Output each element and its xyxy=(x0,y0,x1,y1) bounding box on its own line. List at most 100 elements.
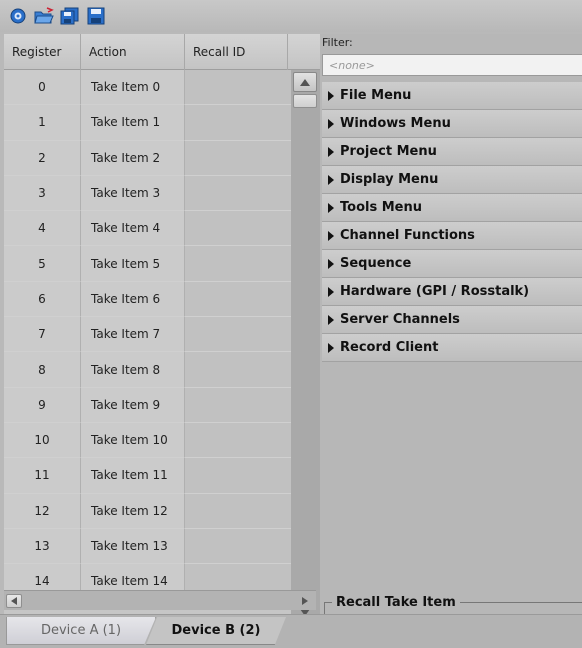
menu-category-label: Hardware (GPI / Rosstalk) xyxy=(340,284,530,299)
filter-label: Filter: xyxy=(322,36,353,49)
cell-register[interactable]: 10 xyxy=(4,422,81,459)
cell-action[interactable]: Take Item 9 xyxy=(81,387,185,423)
cell-register[interactable]: 6 xyxy=(4,281,81,318)
register-grid: Register Action Recall ID 0 Take Item 01T… xyxy=(4,34,320,624)
column-header-register[interactable]: Register xyxy=(4,34,81,70)
cell-register[interactable]: 12 xyxy=(4,493,81,529)
table-row[interactable]: 13 Take Item 13 xyxy=(4,528,291,565)
cell-recall-id[interactable] xyxy=(185,352,291,388)
cell-register[interactable]: 2 xyxy=(4,140,81,176)
horizontal-scrollbar[interactable] xyxy=(4,590,316,610)
cell-action[interactable]: Take Item 12 xyxy=(81,493,185,529)
open-folder-icon[interactable] xyxy=(34,6,54,26)
menu-category-label: Windows Menu xyxy=(340,116,451,131)
column-header-action[interactable]: Action xyxy=(81,34,185,70)
menu-category-label: Server Channels xyxy=(340,312,460,327)
cell-register[interactable]: 5 xyxy=(4,246,81,282)
group-border-right xyxy=(459,601,582,603)
cell-recall-id[interactable] xyxy=(185,528,291,565)
cell-register[interactable]: 13 xyxy=(4,528,81,565)
menu-category-label: Record Client xyxy=(340,340,439,355)
expand-arrow-icon xyxy=(328,314,334,325)
cell-action[interactable]: Take Item 0 xyxy=(81,70,185,106)
toolbar xyxy=(0,0,582,32)
expand-arrow-icon xyxy=(328,90,334,101)
cell-action[interactable]: Take Item 10 xyxy=(81,422,185,459)
recall-take-item-group: Recall Take Item xyxy=(320,590,582,614)
expand-arrow-icon xyxy=(328,258,334,269)
cell-register[interactable]: 11 xyxy=(4,458,81,494)
table-row[interactable]: 4 Take Item 4 xyxy=(4,211,291,247)
scroll-right-icon[interactable] xyxy=(298,595,312,607)
grid-header: Register Action Recall ID xyxy=(4,34,320,70)
menu-category-item[interactable]: Display Menu xyxy=(322,166,582,194)
cell-action[interactable]: Take Item 2 xyxy=(81,140,185,176)
scroll-left-icon[interactable] xyxy=(6,594,22,608)
cell-recall-id[interactable] xyxy=(185,140,291,176)
table-row[interactable]: 7 Take Item 7 xyxy=(4,317,291,353)
settings-gear-icon[interactable] xyxy=(8,6,28,26)
table-row[interactable]: 2 Take Item 2 xyxy=(4,140,291,176)
save-copy-icon[interactable] xyxy=(60,6,80,26)
vertical-scroll-thumb[interactable] xyxy=(293,94,317,108)
cell-recall-id[interactable] xyxy=(185,317,291,353)
cell-action[interactable]: Take Item 13 xyxy=(81,528,185,565)
column-header-recall-id[interactable]: Recall ID xyxy=(185,34,288,70)
cell-register[interactable]: 3 xyxy=(4,175,81,212)
cell-action[interactable]: Take Item 5 xyxy=(81,246,185,282)
cell-register[interactable]: 1 xyxy=(4,105,81,141)
cell-register[interactable]: 9 xyxy=(4,387,81,423)
cell-register[interactable]: 0 xyxy=(4,70,81,106)
menu-category-item[interactable]: Project Menu xyxy=(322,138,582,166)
menu-category-item[interactable]: Server Channels xyxy=(322,306,582,334)
menu-category-item[interactable]: Tools Menu xyxy=(322,194,582,222)
group-border-left xyxy=(324,601,332,603)
menu-category-item[interactable]: File Menu xyxy=(322,82,582,110)
tab-device-a[interactable]: Device A (1) xyxy=(6,617,156,645)
table-row[interactable]: 5 Take Item 5 xyxy=(4,246,291,282)
cell-action[interactable]: Take Item 11 xyxy=(81,458,185,494)
table-row[interactable]: 6 Take Item 6 xyxy=(4,281,291,318)
cell-recall-id[interactable] xyxy=(185,387,291,423)
table-row[interactable]: 8 Take Item 8 xyxy=(4,352,291,388)
menu-category-item[interactable]: Record Client xyxy=(322,334,582,362)
menu-category-label: Tools Menu xyxy=(340,200,422,215)
cell-recall-id[interactable] xyxy=(185,281,291,318)
tab-device-b[interactable]: Device B (2) xyxy=(146,617,286,645)
menu-category-label: File Menu xyxy=(340,88,412,103)
cell-recall-id[interactable] xyxy=(185,246,291,282)
action-category-list: File Menu Windows Menu Project Menu Display… xyxy=(322,82,582,362)
table-row[interactable]: 9 Take Item 9 xyxy=(4,387,291,423)
save-icon[interactable] xyxy=(86,6,106,26)
cell-recall-id[interactable] xyxy=(185,458,291,494)
cell-action[interactable]: Take Item 4 xyxy=(81,211,185,247)
cell-action[interactable]: Take Item 8 xyxy=(81,352,185,388)
expand-arrow-icon xyxy=(328,174,334,185)
cell-action[interactable]: Take Item 1 xyxy=(81,105,185,141)
table-row[interactable]: 12 Take Item 12 xyxy=(4,493,291,529)
table-row[interactable]: 0 Take Item 0 xyxy=(4,70,291,106)
table-row[interactable]: 10 Take Item 10 xyxy=(4,422,291,459)
cell-recall-id[interactable] xyxy=(185,422,291,459)
cell-recall-id[interactable] xyxy=(185,105,291,141)
cell-recall-id[interactable] xyxy=(185,175,291,212)
menu-category-item[interactable]: Hardware (GPI / Rosstalk) xyxy=(322,278,582,306)
cell-register[interactable]: 4 xyxy=(4,211,81,247)
filter-input[interactable]: <none> xyxy=(322,54,582,76)
vertical-scrollbar[interactable] xyxy=(291,70,320,624)
menu-category-item[interactable]: Windows Menu xyxy=(322,110,582,138)
cell-action[interactable]: Take Item 3 xyxy=(81,175,185,212)
cell-recall-id[interactable] xyxy=(185,70,291,106)
cell-action[interactable]: Take Item 6 xyxy=(81,281,185,318)
cell-register[interactable]: 8 xyxy=(4,352,81,388)
cell-recall-id[interactable] xyxy=(185,211,291,247)
menu-category-item[interactable]: Sequence xyxy=(322,250,582,278)
table-row[interactable]: 3 Take Item 3 xyxy=(4,175,291,212)
scroll-up-icon[interactable] xyxy=(293,72,317,92)
menu-category-item[interactable]: Channel Functions xyxy=(322,222,582,250)
cell-recall-id[interactable] xyxy=(185,493,291,529)
table-row[interactable]: 11 Take Item 11 xyxy=(4,458,291,494)
cell-action[interactable]: Take Item 7 xyxy=(81,317,185,353)
cell-register[interactable]: 7 xyxy=(4,317,81,353)
table-row[interactable]: 1 Take Item 1 xyxy=(4,105,291,141)
